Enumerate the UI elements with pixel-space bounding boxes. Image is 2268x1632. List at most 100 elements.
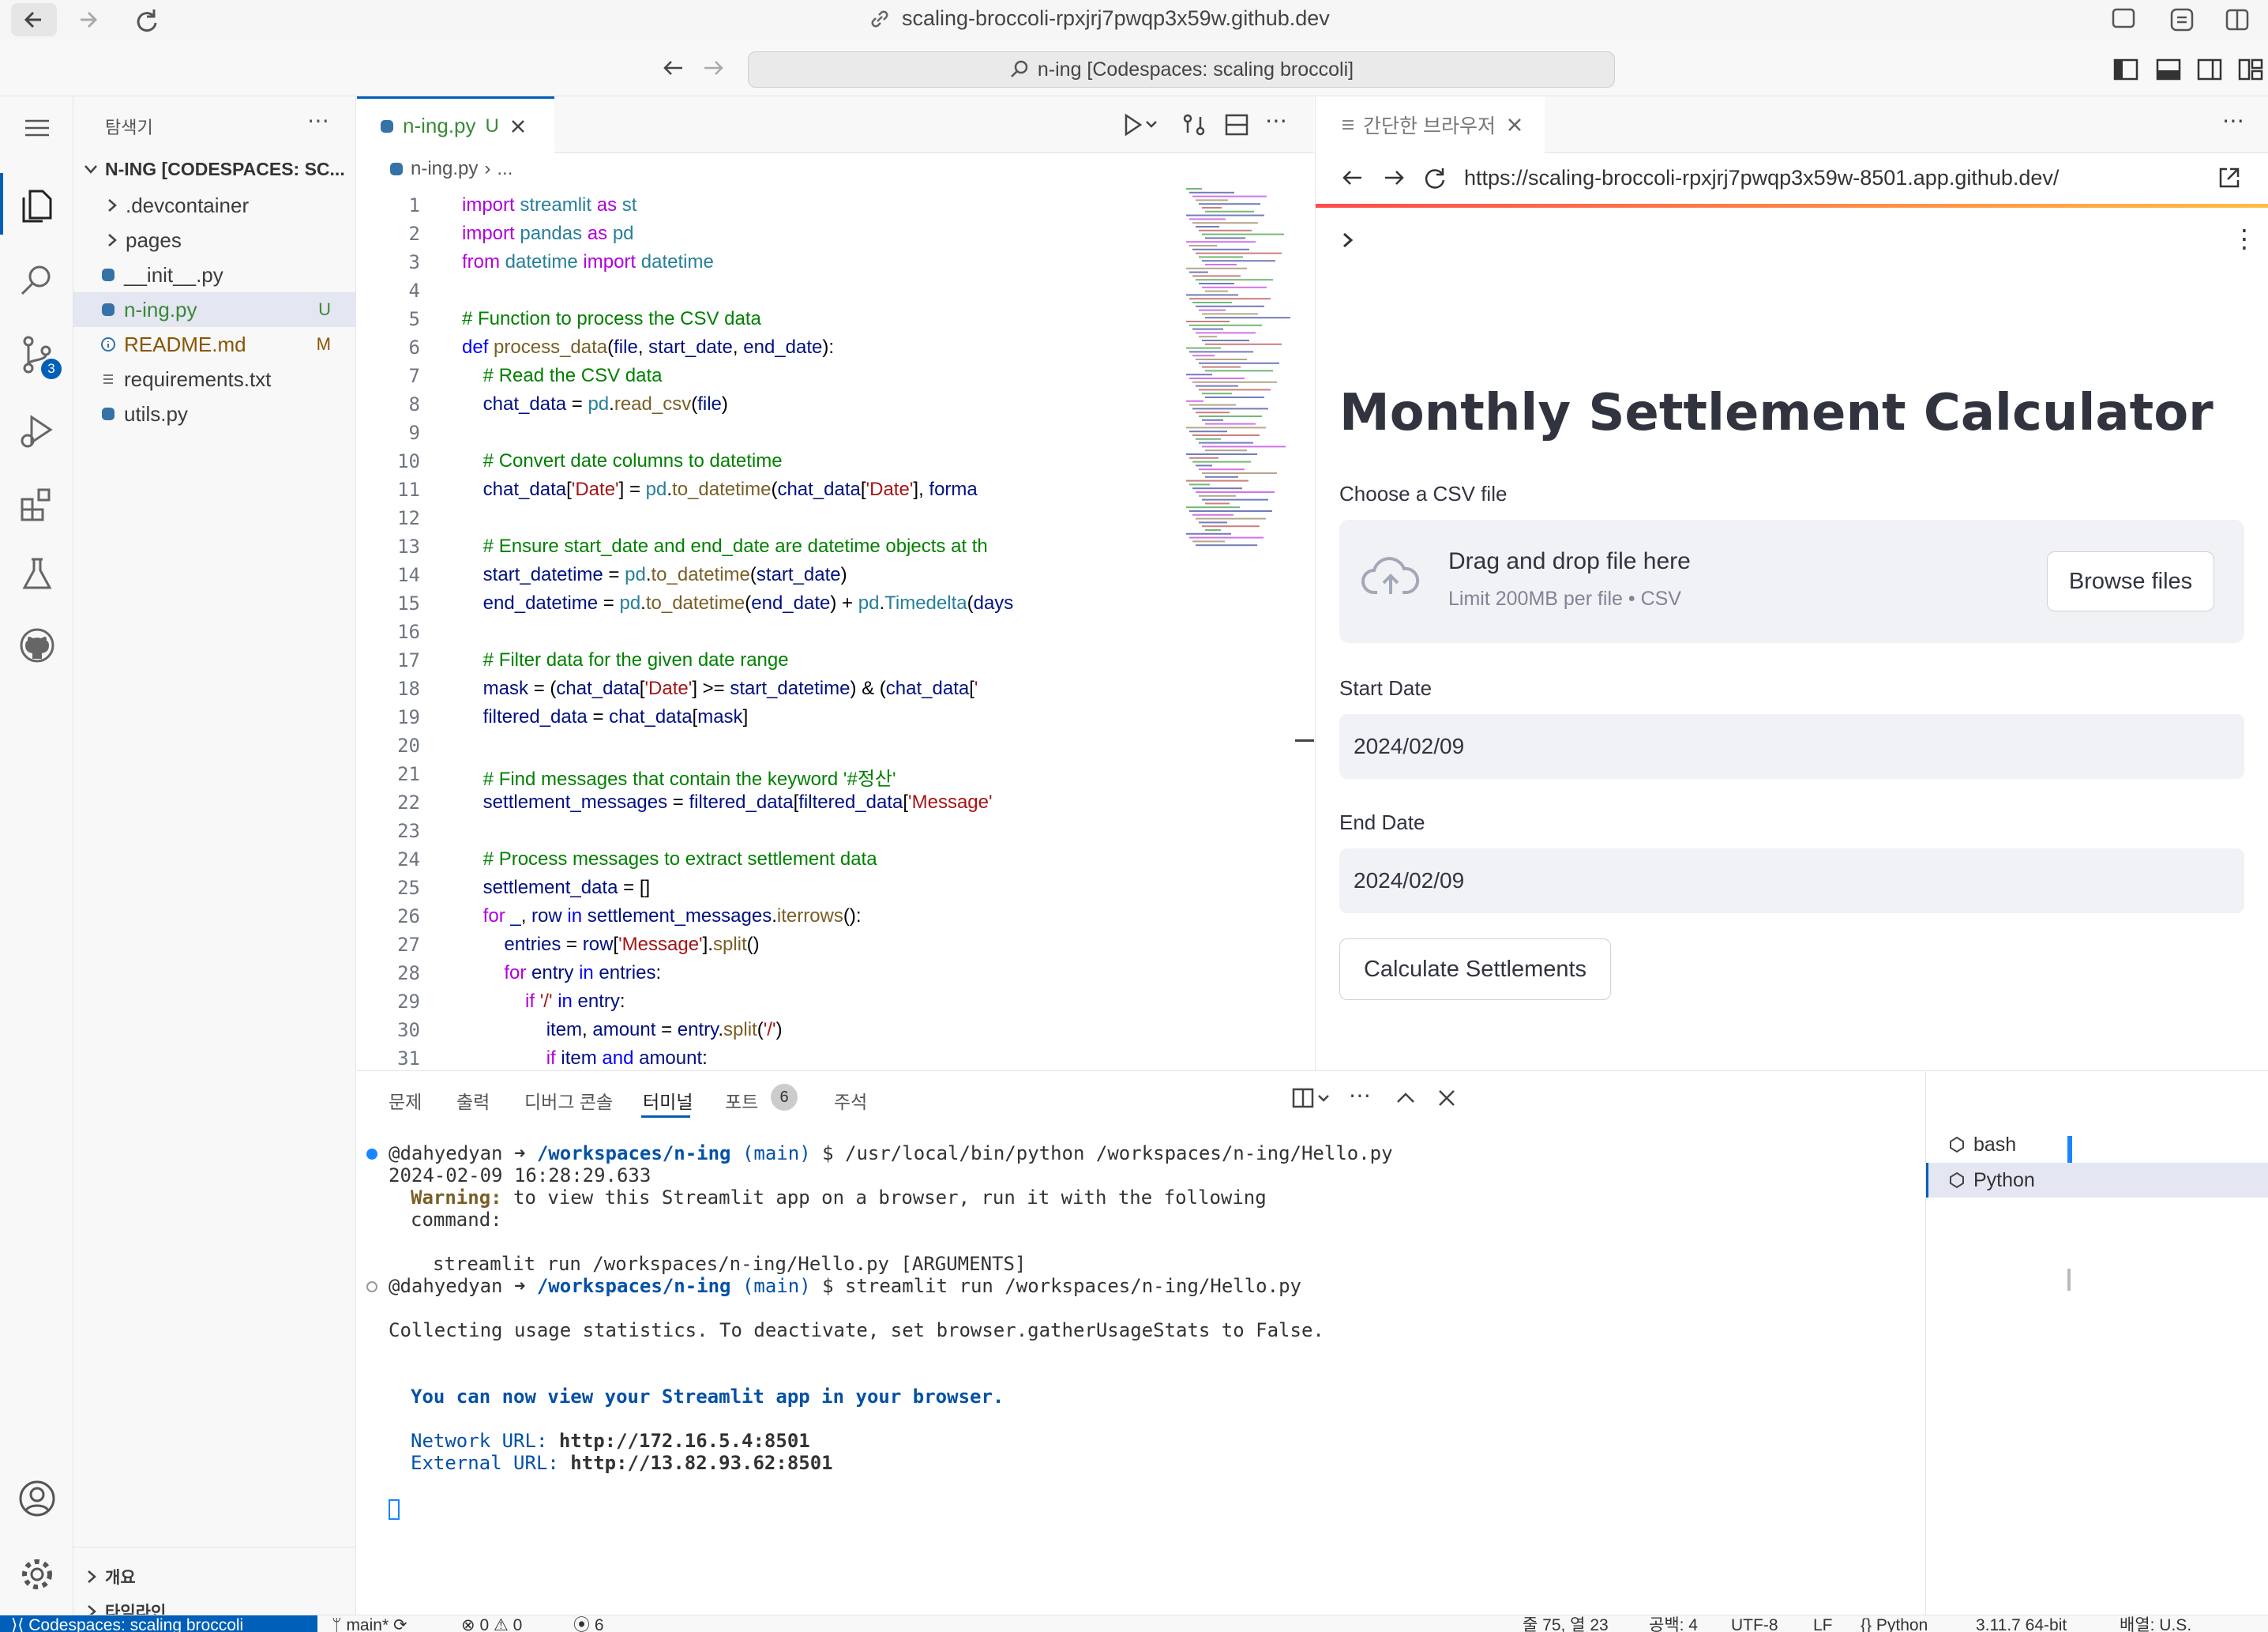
more-actions-icon[interactable]: ⋯ bbox=[2222, 107, 2244, 133]
encoding[interactable]: UTF-8 bbox=[1731, 1615, 1778, 1632]
close-icon[interactable] bbox=[1507, 117, 1523, 133]
eol[interactable]: LF bbox=[1813, 1615, 1833, 1632]
maximize-panel-icon[interactable] bbox=[1395, 1087, 1417, 1109]
tree-item-requirements[interactable]: requirements.txt bbox=[73, 362, 356, 397]
tab-ports[interactable]: 포트 bbox=[725, 1087, 758, 1114]
open-external-icon[interactable] bbox=[2216, 164, 2243, 191]
main-menu-icon[interactable]: ⋮ bbox=[2232, 226, 2257, 251]
interpreter[interactable]: 3.11.7 64-bit bbox=[1976, 1615, 2067, 1632]
tab-debug-console[interactable]: 디버그 콘솔 bbox=[524, 1087, 613, 1114]
code-area[interactable]: 1 2 3 4 5 6 7 8 9 10 11 12 13 14 15 16 17 18 19 20 21 22 23 24 2… bbox=[357, 185, 1178, 1070]
toggle-secondary-sidebar-icon[interactable] bbox=[2197, 58, 2222, 81]
more-actions-icon[interactable]: ⋯ bbox=[307, 107, 329, 133]
breadcrumb-file: n-ing.py bbox=[411, 158, 479, 179]
back-icon[interactable] bbox=[1339, 164, 1366, 191]
more-actions-icon[interactable]: ⋯ bbox=[1265, 107, 1287, 133]
tab-n-ing[interactable]: n-ing.py U bbox=[357, 96, 554, 153]
close-icon[interactable] bbox=[510, 118, 526, 134]
forward-icon[interactable] bbox=[1380, 164, 1407, 191]
browser-back-button[interactable] bbox=[11, 3, 57, 36]
remote-indicator[interactable]: ⟩⟨ Codespaces: scaling broccoli bbox=[0, 1615, 317, 1632]
reload-icon[interactable] bbox=[1421, 164, 1448, 191]
tree-item-init[interactable]: __init__.py bbox=[73, 258, 356, 292]
simple-browser-url[interactable]: https://scaling-broccoli-rpxjrj7pwqp3x59… bbox=[1464, 166, 2059, 190]
tab-problems[interactable]: 문제 bbox=[389, 1087, 422, 1114]
run-icon[interactable] bbox=[1121, 112, 1159, 137]
browse-files-button[interactable]: Browse files bbox=[2047, 551, 2214, 611]
chat-icon[interactable] bbox=[2110, 6, 2137, 33]
cursor-position[interactable]: 줄 75, 열 23 bbox=[1523, 1615, 1609, 1632]
tree-item-n-ing[interactable]: n-ing.py U bbox=[73, 292, 356, 327]
more-actions-icon[interactable]: ⋯ bbox=[1349, 1082, 1371, 1108]
terminal-item-bash[interactable]: bash bbox=[1926, 1128, 2268, 1161]
tab-badge: U bbox=[485, 115, 499, 137]
tree-item-utils[interactable]: utils.py bbox=[73, 397, 356, 431]
split-terminal-icon[interactable] bbox=[1292, 1087, 1335, 1109]
settings-gear-icon[interactable] bbox=[0, 1539, 73, 1610]
ports-indicator[interactable]: ⦿ 6 bbox=[573, 1615, 604, 1632]
explorer-icon[interactable] bbox=[0, 169, 73, 240]
indentation[interactable]: 공백: 4 bbox=[1649, 1615, 1698, 1632]
line-number: 7 bbox=[408, 365, 420, 387]
remote-icon: ⟩⟨ bbox=[11, 1616, 29, 1632]
tab-output[interactable]: 출력 bbox=[456, 1087, 490, 1114]
sidebar-expand-icon[interactable] bbox=[1339, 229, 1358, 251]
end-date-input[interactable]: 2024/02/09 bbox=[1339, 848, 2244, 913]
drop-limit: Limit 200MB per file • CSV bbox=[1448, 588, 1681, 610]
code-line: # Process messages to extract settlement… bbox=[483, 848, 877, 870]
nav-forward-icon[interactable] bbox=[700, 54, 728, 82]
line-number: 31 bbox=[397, 1047, 420, 1070]
toggle-panel-icon[interactable] bbox=[2156, 58, 2181, 81]
search-icon[interactable] bbox=[0, 245, 73, 316]
split-editor-icon[interactable] bbox=[1224, 112, 1249, 137]
tab-label: 간단한 브라우저 bbox=[1363, 115, 1496, 137]
run-debug-icon[interactable] bbox=[0, 395, 73, 466]
problems-indicator[interactable]: ⊗ 0 ⚠ 0 bbox=[461, 1615, 522, 1632]
toggle-primary-sidebar-icon[interactable] bbox=[2113, 58, 2138, 81]
account-icon[interactable] bbox=[0, 1463, 73, 1534]
terminal-item-python[interactable]: Python bbox=[1926, 1163, 2268, 1198]
menu-icon[interactable] bbox=[0, 96, 73, 160]
compare-icon[interactable] bbox=[1181, 112, 1207, 137]
line-number: 4 bbox=[408, 280, 420, 302]
tab-terminal[interactable]: 터미널 bbox=[643, 1087, 693, 1114]
testing-icon[interactable] bbox=[0, 539, 73, 610]
translate-icon[interactable] bbox=[2168, 6, 2195, 33]
calculate-settlements-button[interactable]: Calculate Settlements bbox=[1339, 938, 1611, 1000]
branch-indicator[interactable]: ᛘ main* ⟳ bbox=[332, 1615, 407, 1632]
outline-section[interactable]: 개요 bbox=[73, 1559, 356, 1594]
sidebar-toggle-icon[interactable] bbox=[2224, 6, 2251, 33]
tree-item-pages[interactable]: pages bbox=[73, 223, 356, 258]
terminal-line: You can now view your Streamlit app in y… bbox=[411, 1386, 1004, 1408]
tab-simple-browser[interactable]: 간단한 브라우저 bbox=[1316, 96, 1545, 153]
tab-comments[interactable]: 주석 bbox=[834, 1087, 867, 1114]
extensions-icon[interactable] bbox=[0, 469, 73, 540]
tree-item-devcontainer[interactable]: .devcontainer bbox=[73, 188, 356, 223]
code-line: import pandas as pd bbox=[462, 223, 634, 244]
code-line: item, amount = entry.split('/') bbox=[462, 1019, 783, 1040]
keyboard-layout[interactable]: 배열: U.S. bbox=[2120, 1615, 2191, 1632]
github-icon[interactable] bbox=[0, 610, 73, 681]
code-line: if item and amount: bbox=[546, 1047, 708, 1069]
customize-layout-icon[interactable] bbox=[2238, 58, 2263, 81]
source-control-icon[interactable]: 3 bbox=[0, 319, 73, 390]
browser-reload-icon[interactable] bbox=[131, 5, 163, 36]
start-date-input[interactable]: 2024/02/09 bbox=[1339, 714, 2244, 779]
close-panel-icon[interactable] bbox=[1436, 1087, 1458, 1109]
minimap[interactable] bbox=[1181, 185, 1300, 564]
sash-handle[interactable] bbox=[1295, 739, 1314, 742]
chevron-down-icon bbox=[83, 161, 99, 177]
tree-item-readme[interactable]: README.md M bbox=[73, 327, 356, 362]
nav-back-icon[interactable] bbox=[659, 54, 687, 82]
breadcrumb[interactable]: n-ing.py › ... bbox=[389, 158, 513, 180]
python-file-icon bbox=[100, 406, 116, 422]
chevron-right-icon bbox=[103, 232, 119, 248]
file-dropzone[interactable]: Drag and drop file here Limit 200MB per … bbox=[1339, 520, 2244, 643]
browser-address[interactable]: scaling-broccoli-rpxjrj7pwqp3x59w.github… bbox=[869, 6, 1330, 31]
command-center[interactable]: n-ing [Codespaces: scaling broccoli] bbox=[748, 51, 1615, 88]
explorer-root[interactable]: N-ING [CODESPACES: SC... bbox=[73, 152, 356, 186]
code-line: for _, row in settlement_messages.iterro… bbox=[483, 905, 862, 927]
browser-tab-strip: 간단한 브라우저 ⋯ bbox=[1316, 96, 2268, 153]
language-mode[interactable]: {} Python bbox=[1861, 1615, 1928, 1632]
browser-forward-icon[interactable] bbox=[73, 3, 104, 36]
